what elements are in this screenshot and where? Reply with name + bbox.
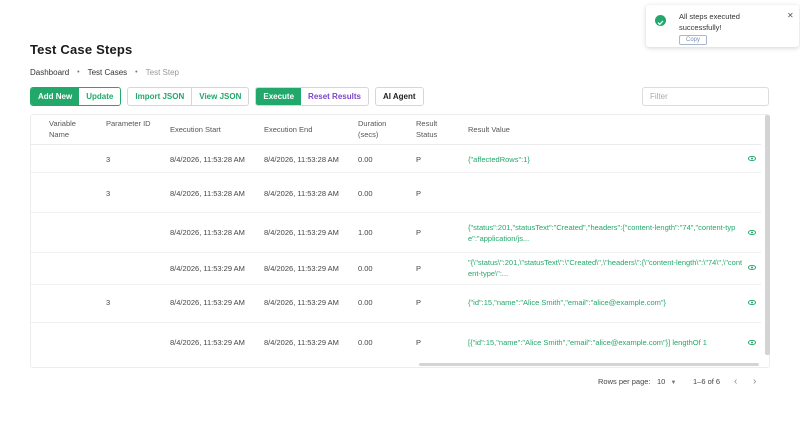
header-duration[interactable]: Duration (secs) bbox=[358, 118, 403, 140]
previous-page-icon[interactable]: ‹ bbox=[734, 376, 737, 387]
breadcrumb-test-step: Test Step bbox=[145, 68, 179, 77]
cell-execution-start: 8/4/2026, 11:53:29 AM bbox=[170, 264, 245, 273]
horizontal-scrollbar[interactable] bbox=[419, 363, 759, 366]
cell-execution-start: 8/4/2026, 11:53:28 AM bbox=[170, 189, 245, 198]
next-page-icon[interactable]: › bbox=[753, 376, 756, 387]
cell-duration: 1.00 bbox=[358, 228, 373, 237]
header-parameter-id[interactable]: Parameter ID bbox=[106, 118, 154, 129]
view-result-icon[interactable] bbox=[748, 156, 756, 161]
toast-message: All steps executed successfully! bbox=[679, 12, 740, 32]
pagination-range: 1–6 of 6 bbox=[693, 377, 721, 386]
cell-result-status: P bbox=[416, 338, 422, 347]
cell-execution-end: 8/4/2026, 11:53:29 AM bbox=[264, 338, 339, 347]
cell-parameter-id: 3 bbox=[106, 189, 111, 198]
cell-execution-start: 8/4/2026, 11:53:29 AM bbox=[170, 338, 245, 347]
json-group: Import JSON View JSON bbox=[127, 87, 250, 106]
header-execution-end[interactable]: Execution End bbox=[264, 124, 312, 135]
rows-per-page-label: Rows per page: bbox=[598, 377, 651, 386]
table-row[interactable]: 8/4/2026, 11:53:28 AM 8/4/2026, 11:53:29… bbox=[31, 213, 761, 253]
cell-execution-end: 8/4/2026, 11:53:29 AM bbox=[264, 298, 339, 307]
rows-per-page-value: 10 bbox=[657, 377, 666, 386]
cell-duration: 0.00 bbox=[358, 155, 373, 164]
table-row[interactable]: 3 8/4/2026, 11:53:29 AM 8/4/2026, 11:53:… bbox=[31, 285, 761, 323]
table-row[interactable]: 8/4/2026, 11:53:29 AM 8/4/2026, 11:53:29… bbox=[31, 253, 761, 285]
header-result-status[interactable]: Result Status bbox=[416, 118, 448, 140]
cell-result-status: P bbox=[416, 155, 422, 164]
copy-button[interactable]: Copy bbox=[679, 35, 708, 45]
check-circle-icon bbox=[655, 15, 666, 26]
cell-result-status: P bbox=[416, 264, 422, 273]
breadcrumb-separator: • bbox=[77, 69, 80, 76]
breadcrumb-test-cases[interactable]: Test Cases bbox=[88, 68, 128, 77]
cell-result-value: {"affectedRows":1} bbox=[468, 155, 530, 164]
import-json-button[interactable]: Import JSON bbox=[128, 88, 192, 105]
cell-result-value: [{"id":15,"name":"Alice Smith","email":"… bbox=[468, 338, 707, 347]
cell-result-status: P bbox=[416, 189, 422, 198]
close-icon[interactable]: ✕ bbox=[787, 11, 794, 20]
header-result-value[interactable]: Result Value bbox=[468, 124, 510, 135]
cell-parameter-id: 3 bbox=[106, 298, 111, 307]
cell-result-status: P bbox=[416, 228, 422, 237]
cell-result-value: "{\"status\":201,\"statusText\":\"Create… bbox=[468, 258, 743, 278]
view-result-icon[interactable] bbox=[748, 300, 756, 305]
add-update-group: Add New Update bbox=[30, 87, 122, 106]
view-result-icon[interactable] bbox=[748, 265, 756, 270]
execute-group: Execute Reset Results bbox=[255, 87, 369, 106]
header-variable-name[interactable]: Variable Name bbox=[49, 118, 97, 140]
cell-duration: 0.00 bbox=[358, 264, 373, 273]
ai-agent-button[interactable]: AI Agent bbox=[375, 88, 423, 105]
cell-duration: 0.00 bbox=[358, 298, 373, 307]
page-title: Test Case Steps bbox=[30, 42, 133, 57]
cell-execution-end: 8/4/2026, 11:53:29 AM bbox=[264, 264, 339, 273]
cell-result-value: {"status":201,"statusText":"Created","he… bbox=[468, 223, 736, 243]
cell-parameter-id: 3 bbox=[106, 155, 111, 164]
table-header: Variable Name Parameter ID Execution Sta… bbox=[31, 115, 761, 145]
cell-result-value: {"id":15,"name":"Alice Smith","email":"a… bbox=[468, 298, 667, 307]
header-execution-start[interactable]: Execution Start bbox=[170, 124, 221, 135]
breadcrumb: Dashboard • Test Cases • Test Step bbox=[30, 68, 179, 77]
cell-execution-end: 8/4/2026, 11:53:28 AM bbox=[264, 189, 339, 198]
cell-execution-start: 8/4/2026, 11:53:28 AM bbox=[170, 155, 245, 164]
reset-results-button[interactable]: Reset Results bbox=[301, 88, 368, 105]
cell-execution-start: 8/4/2026, 11:53:28 AM bbox=[170, 228, 245, 237]
chevron-down-icon: ▼ bbox=[670, 380, 677, 386]
cell-duration: 0.00 bbox=[358, 189, 373, 198]
update-button[interactable]: Update bbox=[79, 88, 121, 105]
cell-execution-start: 8/4/2026, 11:53:29 AM bbox=[170, 298, 245, 307]
cell-duration: 0.00 bbox=[358, 338, 373, 347]
cell-execution-end: 8/4/2026, 11:53:28 AM bbox=[264, 155, 339, 164]
steps-table: Variable Name Parameter ID Execution Sta… bbox=[30, 114, 770, 368]
filter-input[interactable] bbox=[642, 87, 769, 106]
breadcrumb-dashboard[interactable]: Dashboard bbox=[30, 68, 69, 77]
vertical-scrollbar[interactable] bbox=[765, 115, 770, 355]
table-row[interactable]: 3 8/4/2026, 11:53:28 AM 8/4/2026, 11:53:… bbox=[31, 173, 761, 213]
add-new-button[interactable]: Add New bbox=[31, 88, 80, 105]
ai-agent-group: AI Agent bbox=[374, 87, 424, 106]
execute-button[interactable]: Execute bbox=[256, 88, 302, 105]
table-row[interactable]: 8/4/2026, 11:53:29 AM 8/4/2026, 11:53:29… bbox=[31, 323, 761, 361]
table-row[interactable]: 3 8/4/2026, 11:53:28 AM 8/4/2026, 11:53:… bbox=[31, 145, 761, 173]
breadcrumb-separator: • bbox=[135, 69, 138, 76]
view-result-icon[interactable] bbox=[748, 230, 756, 235]
cell-execution-end: 8/4/2026, 11:53:29 AM bbox=[264, 228, 339, 237]
view-result-icon[interactable] bbox=[748, 340, 756, 345]
toolbar: Add New Update Import JSON View JSON Exe… bbox=[30, 87, 430, 106]
success-toast: All steps executed successfully! Copy ✕ bbox=[646, 5, 799, 47]
rows-per-page-select[interactable]: 10 ▼ bbox=[657, 377, 676, 386]
cell-result-status: P bbox=[416, 298, 422, 307]
view-json-button[interactable]: View JSON bbox=[191, 88, 249, 105]
